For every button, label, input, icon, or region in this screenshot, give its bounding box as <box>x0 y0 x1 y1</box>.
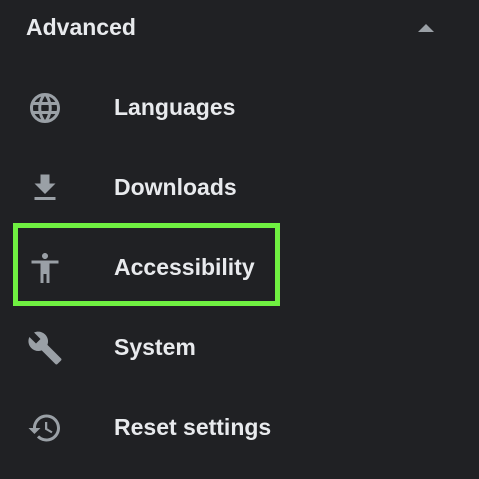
section-title: Advanced <box>26 14 136 40</box>
download-icon <box>27 170 63 206</box>
menu-item-label: Downloads <box>114 174 237 200</box>
globe-icon <box>27 90 63 126</box>
collapse-advanced-button[interactable] <box>410 14 442 42</box>
accessibility-icon <box>27 250 63 286</box>
menu-item-system[interactable]: System <box>0 312 479 382</box>
menu-item-accessibility[interactable]: Accessibility <box>0 232 479 302</box>
menu-item-label: System <box>114 334 196 360</box>
arrow-drop-up-icon <box>418 24 434 32</box>
wrench-icon <box>27 330 63 366</box>
menu-item-label: Reset settings <box>114 414 272 440</box>
menu-item-reset-settings[interactable]: Reset settings <box>0 392 479 462</box>
menu-item-label: Languages <box>114 94 236 120</box>
menu-item-languages[interactable]: Languages <box>0 72 479 142</box>
menu-item-downloads[interactable]: Downloads <box>0 152 479 222</box>
menu-item-label: Accessibility <box>114 254 255 280</box>
restore-history-icon <box>27 410 63 446</box>
advanced-section-header[interactable]: Advanced <box>0 0 479 54</box>
